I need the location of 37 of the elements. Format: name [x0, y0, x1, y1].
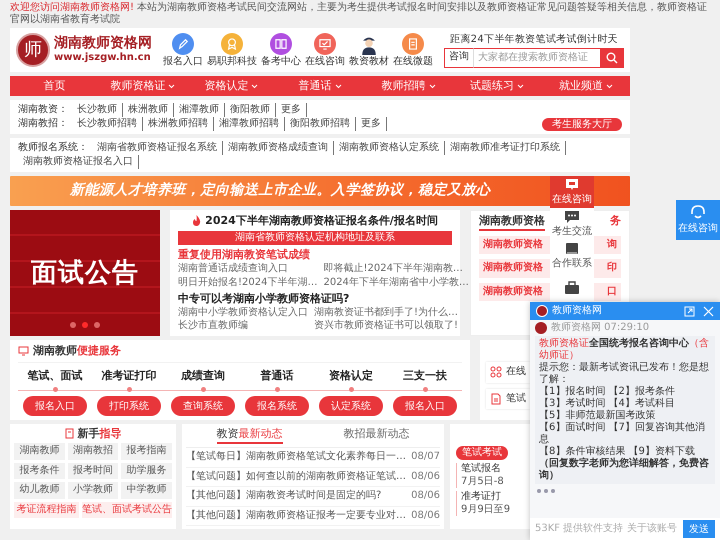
category-tag: 笔试考试: [456, 446, 508, 460]
message-option: 【8】条件审核结果 【9】资料下载: [539, 446, 711, 458]
banner-text: 新能源人才培养班，定向输送上市企业。入学签协议，稳定又放心: [70, 182, 490, 200]
section-title: 新手指导: [78, 426, 122, 440]
message-option: 【6】面试时间 【7】回复咨询其他消息: [539, 422, 711, 446]
search-category-label: 咨询: [444, 48, 474, 68]
row-label: 湖南教招：: [18, 117, 68, 131]
sender-info: 教师资格网 07:29:10: [551, 322, 650, 334]
site-name: 湖南教师资格网: [54, 35, 152, 52]
slide-title: 面试公告: [31, 256, 139, 290]
message-option: 【5】非师范最新国考政策: [539, 410, 711, 422]
section-title: 湖南教师便捷服务: [33, 344, 121, 358]
message-option: 【3】考试时间 【4】考试科目: [539, 398, 711, 410]
countdown-text: 距离24下半年教资笔试考试倒计时天: [450, 32, 618, 46]
panel-title: 湖南教师资格: [479, 214, 545, 231]
footer-text: 53KF 提供软件支持: [535, 522, 624, 536]
site-url: www.jszgw.hn.cn: [54, 52, 152, 65]
schedule-date: 7月5日-8: [461, 476, 504, 488]
message-text: （回复数字老师为您详细解答，免费咨询）: [539, 458, 710, 482]
chat-title: 教师资格网: [552, 304, 603, 318]
notice-text: 欢迎您访问湖南教师资格网! 本站为湖南教师资格考试民间交流网站，主要为考生提供考试报名时间安排以及教师资格证常见问题答疑等相关信息，教师资格证官网以湖南省教育考试院: [9, 0, 708, 27]
step-title: 成绩查询: [181, 368, 225, 382]
panel-title: 务: [610, 214, 621, 229]
message-text: 提示您：最新考试资讯已发布！您是想了解：: [539, 362, 710, 386]
message-heading: 教师资格证全国统考报名咨询中心（含幼师证）: [539, 338, 710, 362]
row-label: 湖南教资：: [18, 103, 68, 117]
step-title: 普通话: [260, 368, 294, 382]
schedule-title: 笔试报名: [461, 463, 501, 476]
row-label: 教师报名系统：: [18, 141, 88, 155]
schedule-date: 9月9日至9: [461, 504, 510, 516]
step-title: 笔试、面试: [28, 368, 82, 382]
step-title: 三支一扶: [403, 368, 447, 382]
step-title: 资格认定: [329, 368, 373, 382]
logo-icon: 师: [16, 33, 50, 67]
step-title: 准考证打印: [102, 368, 156, 382]
message-option: 【1】报名时间 【2】报考条件: [539, 386, 711, 398]
schedule-title: 准考证打: [461, 491, 501, 504]
